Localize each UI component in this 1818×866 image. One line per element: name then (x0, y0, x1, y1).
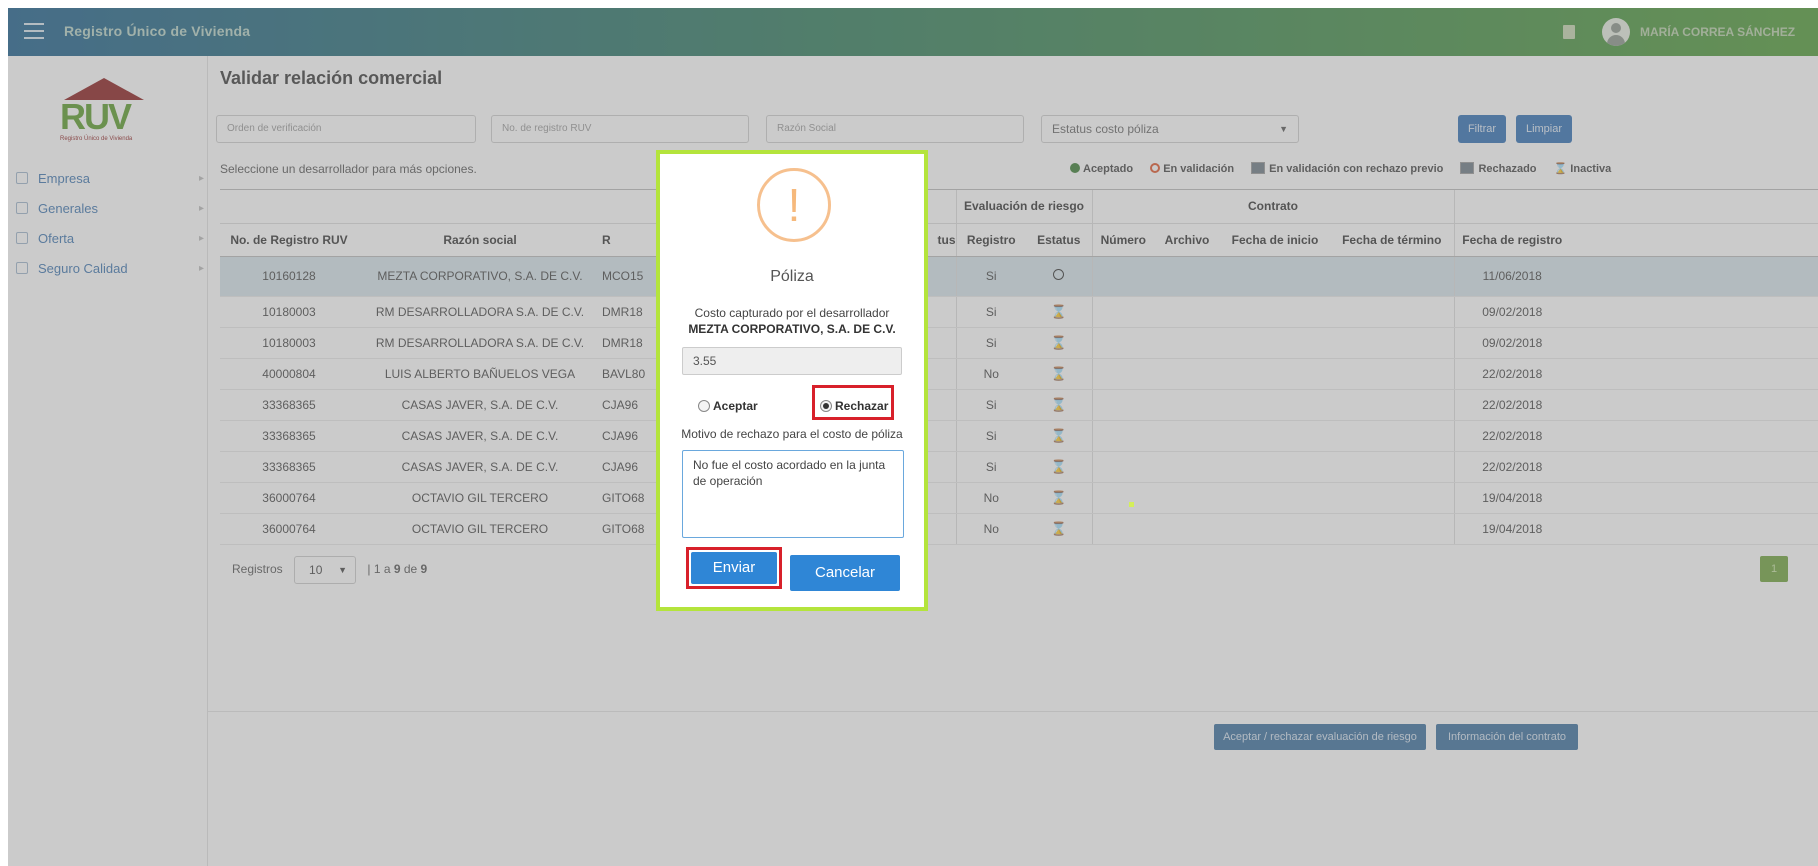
modal-title: Póliza (770, 268, 814, 285)
app-window: Registro Único de Vivienda MARÍA CORREA … (8, 8, 1818, 866)
poliza-modal: ! Póliza Costo capturado por el desarrol… (656, 150, 928, 611)
radio-unchecked-icon[interactable] (698, 400, 710, 412)
reason-textarea[interactable] (682, 450, 904, 538)
aceptar-label: Aceptar (713, 399, 758, 413)
cost-label: Costo capturado por el desarrollador (694, 306, 890, 320)
warning-icon: ! (757, 168, 831, 242)
cancelar-button[interactable]: Cancelar (790, 555, 900, 591)
rechazar-label: Rechazar (835, 399, 889, 413)
enviar-button[interactable]: Enviar (691, 552, 777, 584)
reason-label: Motivo de rechazo para el costo de póliz… (681, 427, 903, 441)
cost-field[interactable]: 3.55 (682, 347, 902, 375)
rechazar-radio[interactable]: Rechazar (820, 399, 888, 413)
cursor-marker (1129, 502, 1134, 507)
radio-checked-icon[interactable] (820, 400, 832, 412)
aceptar-radio[interactable]: Aceptar (698, 399, 758, 413)
company-name: MEZTA CORPORATIVO, S.A. DE C.V. (688, 322, 896, 336)
